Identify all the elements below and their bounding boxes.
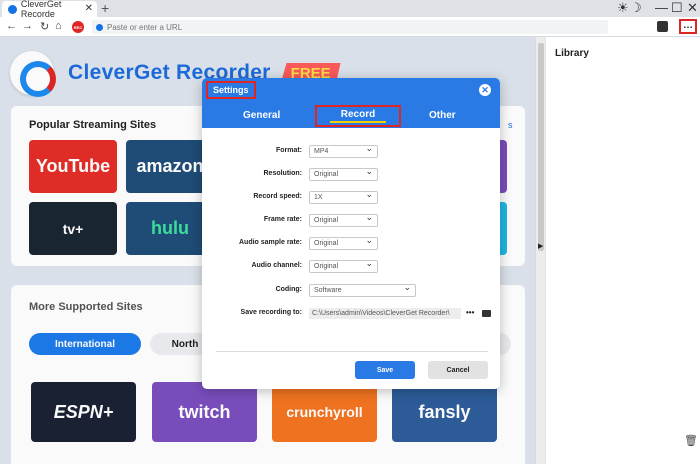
record-speed-select[interactable]: 1X	[309, 189, 378, 204]
collapse-panel-icon[interactable]: ▶	[538, 242, 543, 250]
active-tab-underline	[330, 121, 386, 123]
format-label: Format:	[275, 147, 302, 154]
new-tab-button[interactable]: +	[101, 0, 109, 16]
browse-button[interactable]: •••	[466, 308, 474, 317]
forward-icon[interactable]: →	[22, 20, 33, 32]
tab-record[interactable]: Record	[315, 105, 401, 127]
library-panel: Library	[546, 37, 700, 464]
resolution-label: Resolution:	[263, 170, 303, 177]
frame-rate-select[interactable]: Original	[309, 212, 378, 227]
trash-icon[interactable]: 🗑	[684, 434, 698, 447]
main-scrollbar-thumb[interactable]	[538, 43, 544, 251]
address-bar: ← → ↻ ⌂ REC …	[0, 17, 700, 37]
folder-icon[interactable]	[482, 310, 491, 317]
format-select[interactable]: MP4	[309, 143, 378, 158]
tab-other[interactable]: Other	[429, 110, 456, 121]
site-icon	[96, 23, 103, 31]
panel-splitter[interactable]: ▶	[535, 37, 545, 464]
reload-icon[interactable]: ↻	[40, 20, 49, 33]
url-bar[interactable]	[92, 20, 608, 34]
close-dialog-icon[interactable]: ✕	[479, 84, 491, 96]
dialog-header: Settings ✕	[202, 78, 500, 102]
resolution-select[interactable]: Original	[309, 166, 378, 181]
coding-select[interactable]: Software	[309, 282, 416, 297]
audio-sample-rate-select[interactable]: Original	[309, 235, 378, 250]
audio-channel-select[interactable]: Original	[309, 258, 378, 273]
record-icon[interactable]: REC	[72, 21, 84, 33]
settings-tabs: General Record Other	[202, 102, 500, 128]
download-icon[interactable]	[657, 21, 668, 32]
audio-channel-label: Audio channel:	[251, 262, 302, 269]
theme-toggle-icon[interactable]: ☀	[617, 0, 629, 16]
dialog-divider	[216, 351, 488, 352]
more-menu-button[interactable]: …	[679, 19, 697, 34]
coding-label: Coding:	[275, 286, 302, 293]
close-tab-icon[interactable]: ✕	[85, 3, 93, 14]
url-input[interactable]	[107, 22, 597, 32]
record-speed-label: Record speed:	[253, 193, 302, 200]
audio-sample-rate-label: Audio sample rate:	[238, 239, 302, 246]
tab-record-label: Record	[340, 109, 376, 120]
cleverget-logo-icon	[8, 4, 17, 14]
settings-dialog: Settings ✕ General Record Other Format: …	[202, 78, 500, 389]
browser-tab[interactable]: CleverGet Recorde ✕	[2, 0, 97, 19]
frame-rate-label: Frame rate:	[263, 216, 302, 223]
back-icon[interactable]: ←	[6, 20, 17, 32]
moon-icon[interactable]: ☽	[630, 0, 642, 16]
tab-general[interactable]: General	[243, 110, 280, 121]
close-window-icon[interactable]: ✕	[687, 0, 698, 16]
tab-bar: CleverGet Recorde ✕ + ☀ ☽ — ☐ ✕	[0, 0, 700, 19]
save-button[interactable]: Save	[355, 361, 415, 379]
home-icon[interactable]: ⌂	[55, 20, 62, 32]
cancel-button[interactable]: Cancel	[428, 361, 488, 379]
maximize-icon[interactable]: ☐	[671, 0, 683, 16]
save-path-field[interactable]: C:\Users\admin\Videos\CleverGet Recorder…	[309, 308, 461, 319]
dialog-title: Settings	[206, 81, 256, 99]
save-path-label: Save recording to:	[240, 309, 302, 316]
library-title: Library	[555, 48, 589, 59]
minimize-icon[interactable]: —	[655, 0, 668, 15]
